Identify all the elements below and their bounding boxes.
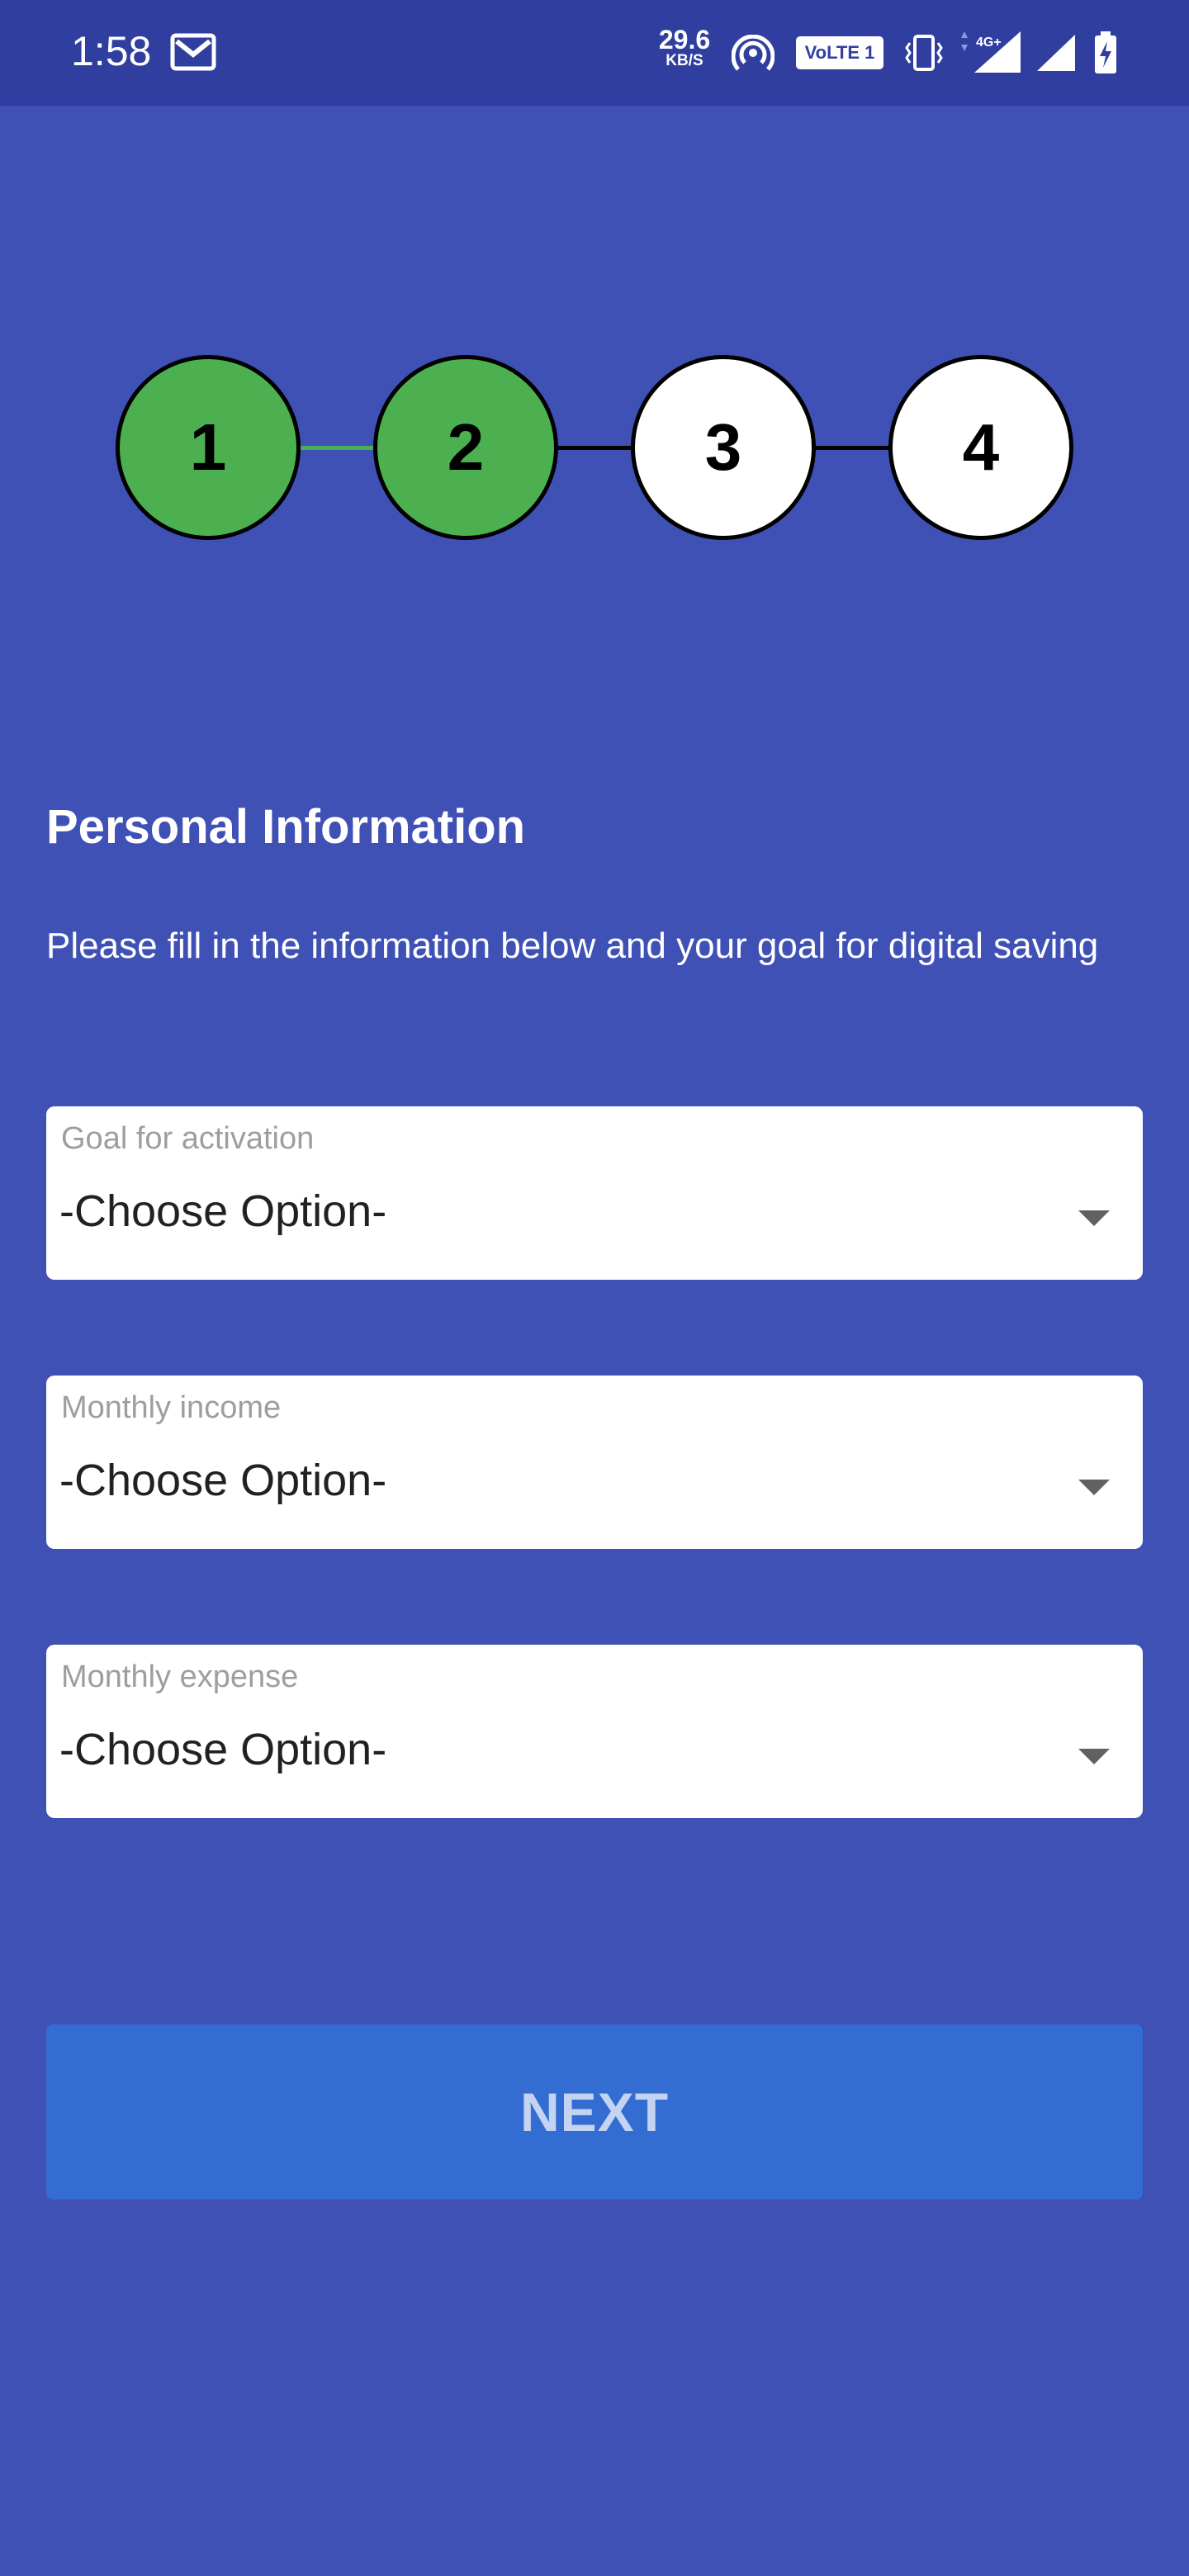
network-speed-unit: KB/S [666,52,703,69]
step-connector [814,446,893,450]
hotspot-icon [732,35,775,71]
dropdown-arrow-icon [1078,1480,1110,1495]
dropdown-label: Monthly income [61,1390,282,1425]
next-button[interactable]: NEXT [46,2024,1143,2200]
dropdown-label: Goal for activation [61,1121,315,1156]
page-title: Personal Information [46,800,526,854]
step-4-label: 4 [962,410,1000,484]
signal-icon [1037,35,1075,71]
page-description: Please fill in the information below and… [46,926,1099,966]
network-speed: 29.6 KB/S [656,26,713,69]
volte-badge: VoLTE 1 [796,36,883,69]
step-2-label: 2 [447,410,485,484]
step-3-label: 3 [704,410,742,484]
dropdown-label: Monthly expense [61,1660,299,1694]
step-connector [299,446,378,450]
step-1-label: 1 [189,410,227,484]
vibrate-icon [905,35,943,71]
step-2: 2 [373,355,558,540]
progress-stepper: 1 2 3 4 [0,355,1189,540]
dropdown-arrow-icon [1078,1749,1110,1764]
signal-4g-icon: 4G+ [961,31,1021,73]
dropdown-value: -Choose Option- [59,1725,387,1774]
step-1: 1 [116,355,301,540]
dropdown-value: -Choose Option- [59,1456,387,1505]
dropdown-arrow-icon [1078,1210,1110,1226]
status-time: 1:58 [71,28,152,74]
battery-charging-icon [1095,31,1116,73]
gmail-icon [170,33,216,71]
monthly-income-dropdown[interactable]: Monthly income -Choose Option- [46,1376,1143,1549]
step-connector [557,446,636,450]
dropdown-value: -Choose Option- [59,1186,387,1236]
network-type-label: 4G+ [976,36,1002,50]
step-3: 3 [631,355,816,540]
status-bar: 1:58 29.6 KB/S VoLTE 1 4G+ [0,0,1189,106]
goal-for-activation-dropdown[interactable]: Goal for activation -Choose Option- [46,1106,1143,1280]
step-4: 4 [888,355,1073,540]
monthly-expense-dropdown[interactable]: Monthly expense -Choose Option- [46,1645,1143,1818]
network-speed-value: 29.6 [658,25,711,54]
